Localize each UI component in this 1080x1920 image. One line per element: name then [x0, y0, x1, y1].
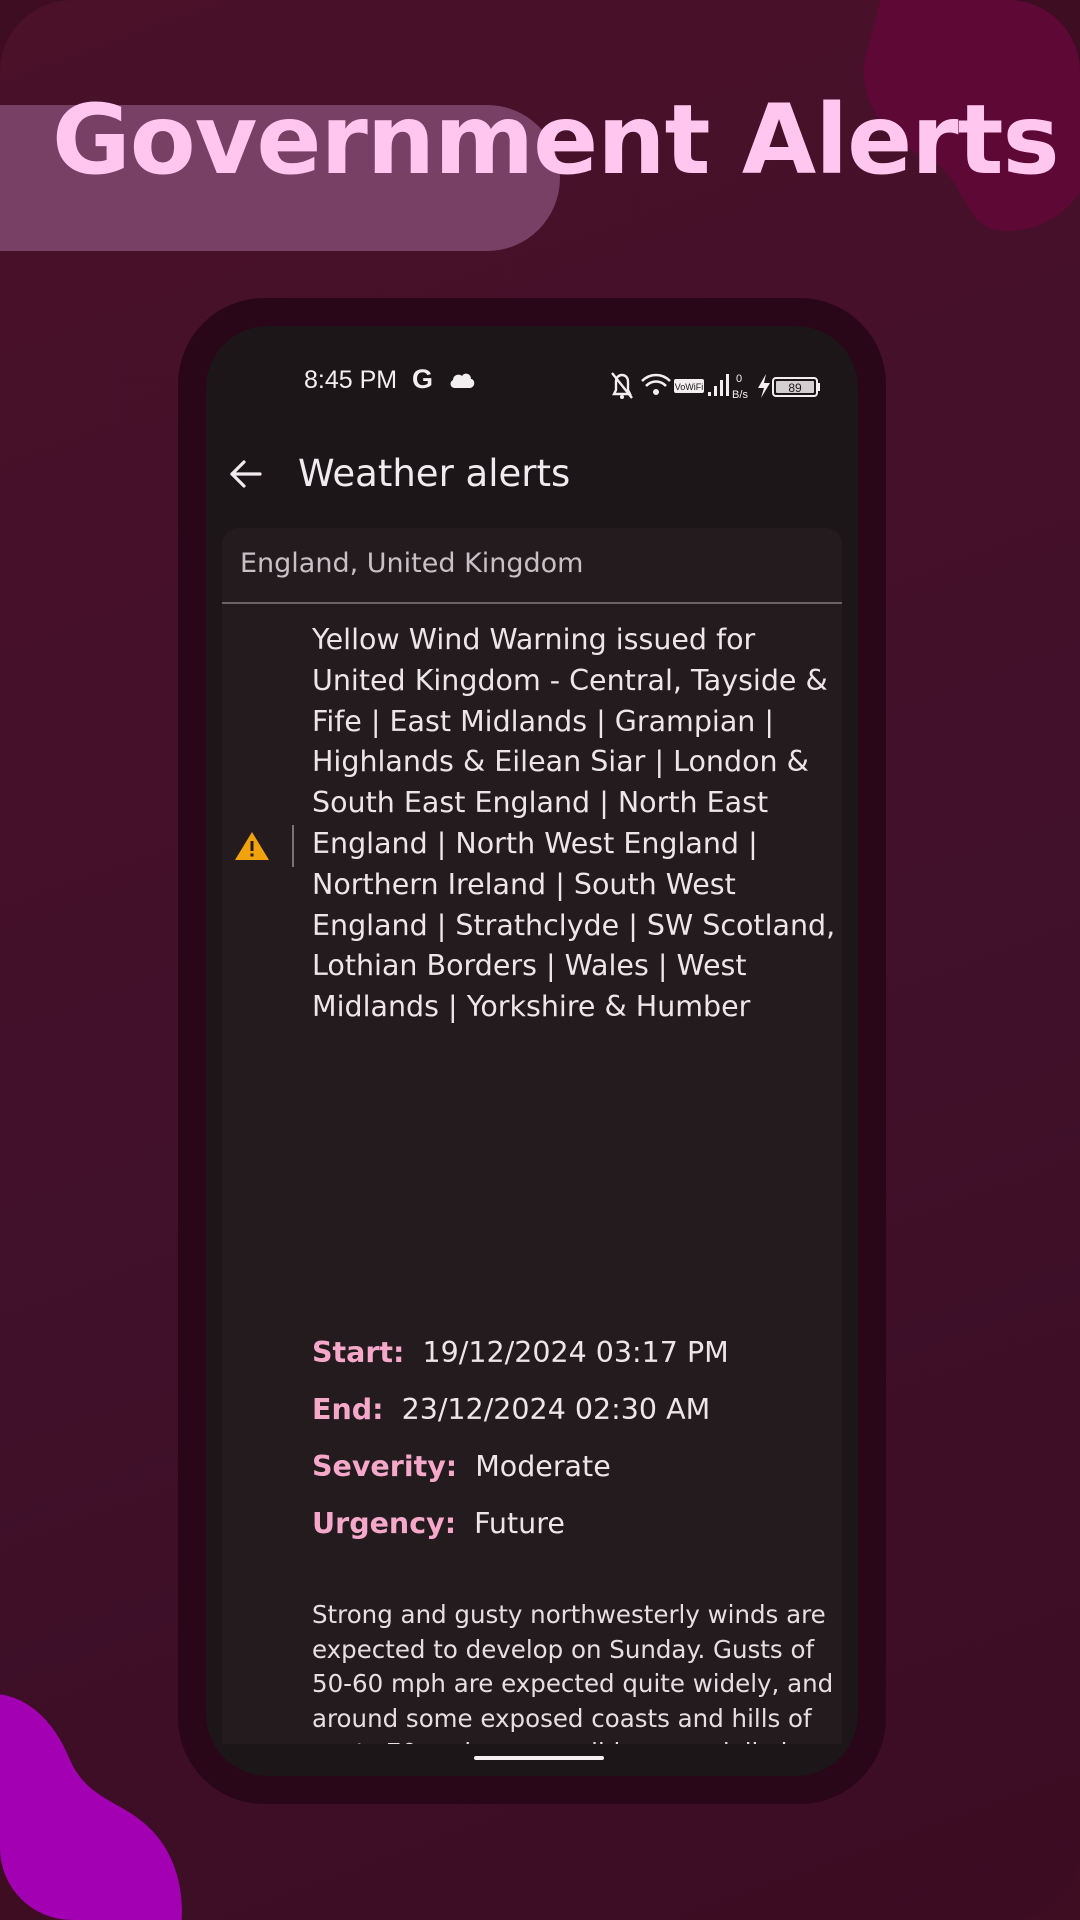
- icon-separator: [292, 825, 294, 867]
- net-speed-unit: B/s: [732, 389, 748, 401]
- status-time: 8:45 PM: [304, 366, 398, 394]
- alert-region: England, United Kingdom: [240, 548, 584, 579]
- home-handle[interactable]: [474, 1756, 604, 1760]
- field-label-end: End:: [312, 1393, 384, 1426]
- field-value-start: 19/12/2024 03:17 PM: [422, 1336, 729, 1369]
- signal-icon: [708, 374, 729, 396]
- status-bar: 8:45 PM G VoWiFi 0 B/s 89: [206, 364, 858, 410]
- field-label-severity: Severity:: [312, 1450, 458, 1483]
- field-row-start: Start: 19/12/2024 03:17 PM: [312, 1336, 729, 1369]
- promo-title: Government Alerts: [52, 84, 1060, 196]
- bell-off-icon: [611, 372, 633, 399]
- battery-icon: 89: [772, 377, 820, 397]
- alert-headline: Yellow Wind Warning issued for United Ki…: [312, 623, 836, 1024]
- field-label-urgency: Urgency:: [312, 1507, 457, 1540]
- vowifi-icon: VoWiFi: [674, 379, 704, 393]
- charging-icon: [758, 374, 770, 398]
- phone-frame: 8:45 PM G VoWiFi 0 B/s 89 Weather alerts…: [178, 298, 886, 1804]
- page-title: Weather alerts: [298, 452, 571, 495]
- card-divider: [222, 602, 842, 604]
- app-toolbar: Weather alerts: [206, 424, 858, 534]
- cloud-icon: [450, 373, 475, 388]
- field-row-severity: Severity: Moderate: [312, 1450, 611, 1483]
- field-label-start: Start:: [312, 1336, 405, 1369]
- field-value-severity: Moderate: [475, 1450, 611, 1483]
- arrow-left-icon[interactable]: [226, 454, 266, 494]
- status-icons: VoWiFi 0 B/s 89: [611, 372, 820, 401]
- gesture-nav-bar: [206, 1744, 858, 1776]
- promo-background: Government Alerts 8:45 PM G VoWiFi 0 B/s…: [0, 0, 1080, 1920]
- battery-level: 89: [788, 381, 802, 395]
- phone-screen: 8:45 PM G VoWiFi 0 B/s 89 Weather alerts…: [206, 326, 858, 1776]
- warning-triangle-icon: [235, 832, 269, 860]
- field-row-urgency: Urgency: Future: [312, 1507, 565, 1540]
- google-g-icon: G: [412, 364, 434, 394]
- field-row-end: End: 23/12/2024 02:30 AM: [312, 1393, 710, 1426]
- net-speed-value: 0: [736, 373, 742, 385]
- alert-card[interactable]: England, United Kingdom Yellow Wind Warn…: [222, 528, 842, 1776]
- wifi-icon: [641, 373, 671, 395]
- field-value-end: 23/12/2024 02:30 AM: [401, 1393, 711, 1426]
- svg-text:VoWiFi: VoWiFi: [675, 382, 704, 392]
- field-value-urgency: Future: [474, 1507, 565, 1540]
